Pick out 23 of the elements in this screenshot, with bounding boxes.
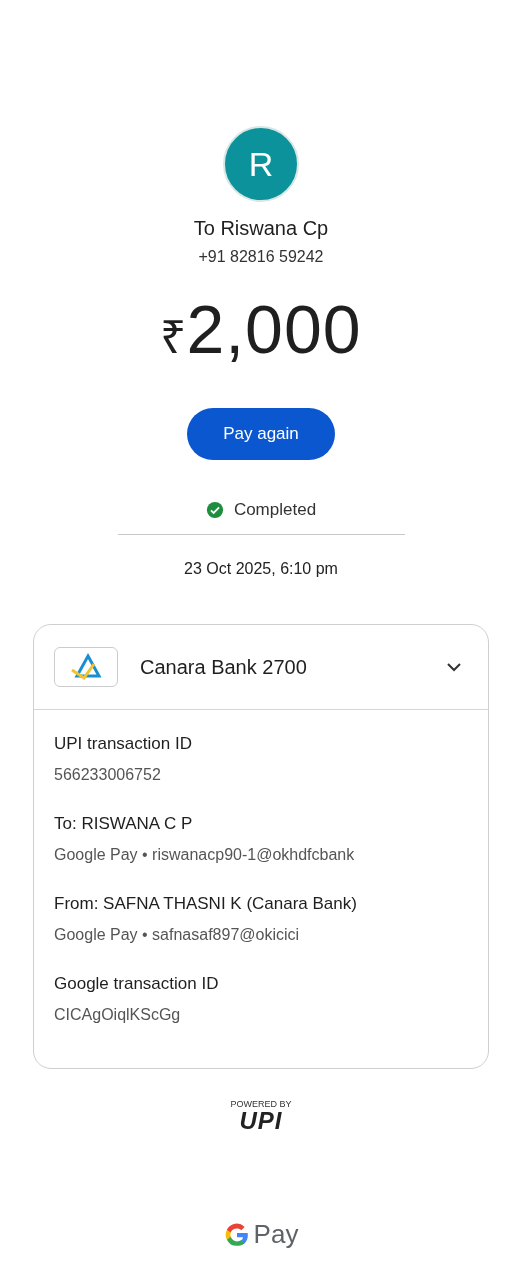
amount-value: 2,000 — [186, 290, 362, 368]
transaction-date: 23 Oct 2025, 6:10 pm — [184, 560, 338, 578]
detail-label: From: SAFNA THASNI K (Canara Bank) — [54, 894, 358, 914]
detail-label: To: RISWANA C P — [54, 814, 194, 834]
detail-label: UPI transaction ID — [54, 734, 193, 754]
recipient-name: To Riswana Cp — [193, 217, 329, 240]
bank-logo-icon — [54, 647, 118, 687]
detail-label: Google transaction ID — [54, 974, 220, 994]
detail-value: CICAgOiqlKScGg — [54, 1006, 182, 1024]
status-text: Completed — [233, 500, 317, 520]
check-icon — [205, 501, 224, 519]
currency-symbol: ₹ — [160, 310, 187, 365]
detail-value: Google Pay • riswanacp90-1@okhdfcbank — [54, 846, 356, 864]
phone-number: +91 82816 59242 — [198, 248, 324, 266]
detail-value: Google Pay • safnasaf897@okicici — [54, 926, 301, 944]
google-g-icon — [223, 1221, 250, 1248]
avatar: R — [223, 126, 299, 202]
upi-caption: POWERED BY — [230, 1099, 292, 1109]
bank-account: Canara Bank 2700 — [140, 655, 308, 679]
detail-value: 566233006752 — [54, 766, 162, 784]
pay-again-button[interactable]: Pay again — [187, 408, 335, 460]
upi-logo: UPI — [239, 1109, 283, 1133]
pay-wordmark: Pay — [253, 1219, 299, 1250]
